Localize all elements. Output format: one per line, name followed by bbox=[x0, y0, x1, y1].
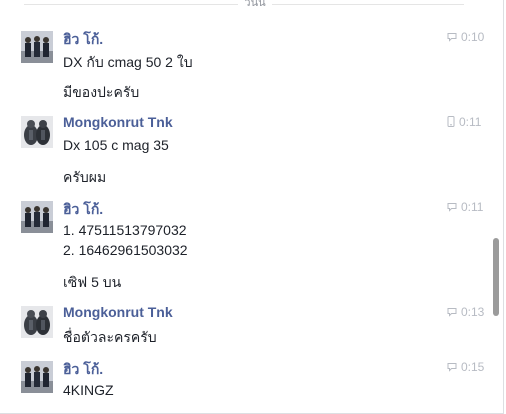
timestamp-text: 0:11 bbox=[461, 200, 484, 214]
avatar[interactable] bbox=[21, 361, 53, 393]
message-timestamp: 0:11 bbox=[447, 200, 483, 215]
speech-bubble-icon bbox=[447, 361, 457, 375]
message-timestamp: 0:11 bbox=[447, 115, 481, 130]
message-text: DX กับ cmag 50 2 ใบ bbox=[63, 54, 193, 70]
avatar[interactable] bbox=[21, 116, 53, 148]
avatar[interactable] bbox=[21, 201, 53, 233]
message-text: 4KINGZ bbox=[63, 382, 114, 398]
speech-bubble-icon bbox=[447, 306, 457, 320]
message-timestamp: 0:10 bbox=[447, 30, 484, 45]
sender-name[interactable]: ฮิว โก้. bbox=[63, 199, 103, 221]
speech-bubble-icon bbox=[447, 31, 457, 45]
message-text: ชื่อตัวละครครับ bbox=[63, 329, 157, 345]
chat-window: วันนี้ ฮิว โก้. 0:10 DX กับ cmag 50 2 ใบ… bbox=[0, 0, 504, 414]
avatar[interactable] bbox=[21, 31, 53, 63]
timestamp-text: 0:11 bbox=[459, 115, 482, 129]
message-text: เซิฟ 5 บน bbox=[63, 274, 122, 290]
sender-name[interactable]: ฮิว โก้. bbox=[63, 359, 103, 381]
timestamp-text: 0:13 bbox=[461, 305, 485, 319]
timestamp-text: 0:10 bbox=[461, 30, 485, 44]
date-divider: วันนี้ bbox=[0, 0, 490, 10]
message-timestamp: 0:13 bbox=[447, 305, 484, 320]
timestamp-text: 0:15 bbox=[461, 360, 485, 374]
sender-name[interactable]: Mongkonrut Tnk bbox=[63, 304, 173, 320]
mobile-phone-icon bbox=[447, 116, 455, 130]
date-divider-label: วันนี้ bbox=[244, 0, 266, 9]
message-text: Dx 105 c mag 35 bbox=[63, 137, 169, 153]
sender-name[interactable]: ฮิว โก้. bbox=[63, 29, 103, 51]
avatar[interactable] bbox=[21, 306, 53, 338]
divider-line-left bbox=[24, 4, 238, 5]
message-text: 2. 16462961503032 bbox=[63, 242, 188, 258]
speech-bubble-icon bbox=[447, 201, 457, 215]
sender-name[interactable]: Mongkonrut Tnk bbox=[63, 114, 173, 130]
message-text: 1. 47511513797032 bbox=[63, 222, 187, 238]
scrollbar-thumb[interactable] bbox=[493, 238, 499, 316]
message-text: ครับผม bbox=[63, 169, 107, 185]
divider-line-right bbox=[272, 4, 464, 5]
message-timestamp: 0:15 bbox=[447, 360, 484, 375]
message-text: มีของปะครับ bbox=[63, 84, 140, 100]
